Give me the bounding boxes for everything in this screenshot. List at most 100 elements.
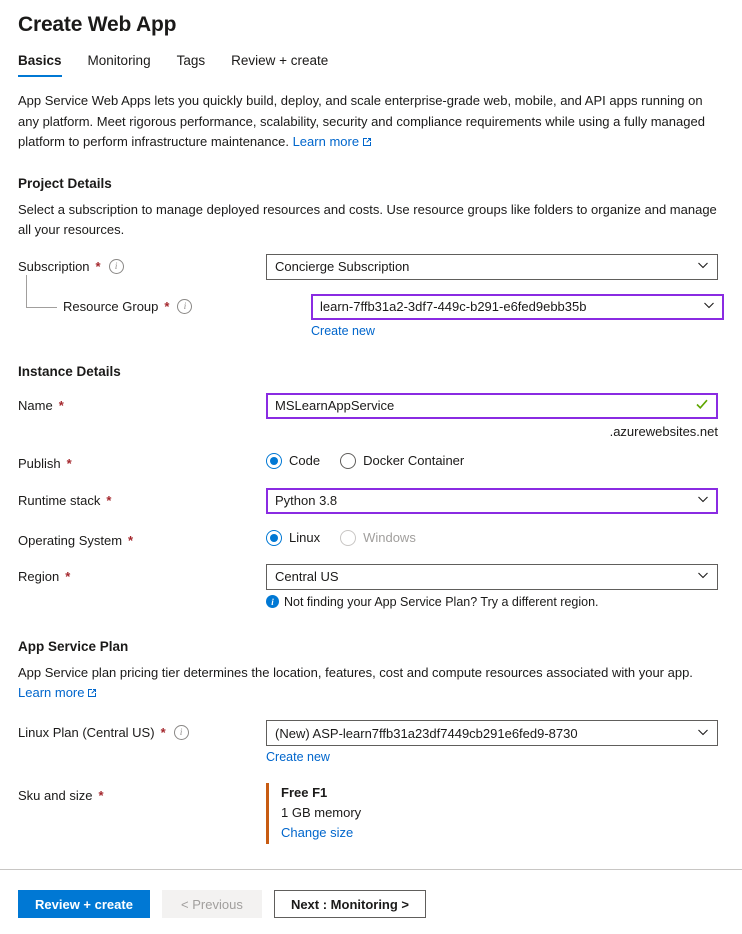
tab-review-create[interactable]: Review + create (218, 53, 341, 77)
row-name: Name * MSLearnAppService .azurewebsites.n… (18, 392, 724, 439)
os-option-linux-label: Linux (289, 530, 321, 546)
region-required-asterisk: * (65, 568, 71, 584)
resource-group-create-new-wrap: Create new (311, 324, 724, 338)
publish-radio-group: Code Docker Container (266, 451, 718, 469)
row-sku-and-size: Sku and size * Free F1 1 GB memory Change… (18, 783, 724, 844)
region-field-cell: Central US i Not finding your App Servic… (266, 563, 718, 609)
resource-group-value: learn-7ffb31a2-3df7-449c-b291-e6fed9ebb3… (320, 299, 587, 315)
sku-change-size-link[interactable]: Change size (281, 825, 353, 840)
radio-selected-icon (266, 452, 282, 469)
linux-plan-label: Linux Plan (Central US) (18, 725, 155, 741)
os-option-windows-label: Windows (363, 530, 416, 546)
app-service-plan-description-wrap: App Service plan pricing tier determines… (18, 663, 724, 704)
linux-plan-info-icon[interactable]: i (173, 725, 189, 741)
region-hint-text: Not finding your App Service Plan? Try a… (284, 594, 599, 609)
tab-basics-label: Basics (18, 53, 62, 68)
tab-review-create-label: Review + create (231, 53, 329, 68)
intro-learn-more-link[interactable]: Learn more (293, 134, 372, 149)
runtime-stack-select[interactable]: Python 3.8 (266, 487, 718, 514)
publish-option-docker[interactable]: Docker Container (340, 452, 465, 469)
linux-plan-create-new-wrap: Create new (266, 750, 718, 764)
chevron-down-icon (697, 259, 709, 274)
publish-option-code-label: Code (289, 453, 321, 469)
publish-option-code[interactable]: Code (266, 452, 321, 469)
app-service-plan-heading: App Service Plan (18, 638, 129, 654)
operating-system-field-cell: Linux Windows (266, 528, 718, 546)
tab-monitoring[interactable]: Monitoring (75, 53, 164, 77)
instance-details-heading: Instance Details (18, 363, 121, 379)
resource-group-info-icon[interactable]: i (177, 298, 193, 314)
row-resource-group: Resource Group * i learn-7ffb31a2-3df7-44… (18, 274, 724, 338)
subscription-label-cell: Subscription * i (18, 254, 266, 274)
runtime-stack-field-cell: Python 3.8 (266, 487, 718, 514)
sku-label: Sku and size (18, 788, 93, 804)
resource-group-required-asterisk: * (164, 298, 170, 314)
review-create-button[interactable]: Review + create (18, 890, 150, 918)
tab-basics[interactable]: Basics (18, 53, 75, 77)
app-service-plan-learn-more-label: Learn more (18, 685, 85, 701)
resource-group-field-cell: learn-7ffb31a2-3df7-449c-b291-e6fed9ebb3… (311, 293, 724, 338)
linux-plan-create-new-link[interactable]: Create new (266, 750, 330, 764)
publish-label: Publish (18, 455, 61, 471)
publish-option-docker-label: Docker Container (363, 453, 465, 469)
intro-paragraph: App Service Web Apps lets you quickly bu… (18, 91, 724, 154)
publish-label-cell: Publish * (18, 451, 266, 471)
subscription-label: Subscription (18, 258, 90, 274)
region-label: Region (18, 568, 60, 584)
sku-summary-block: Free F1 1 GB memory Change size (266, 783, 718, 844)
linux-plan-value: (New) ASP-learn7ffb31a23df7449cb291e6fed… (275, 725, 578, 741)
footer-divider (0, 869, 742, 870)
sku-field-cell: Free F1 1 GB memory Change size (266, 783, 718, 844)
operating-system-radio-group: Linux Windows (266, 528, 718, 546)
publish-required-asterisk: * (66, 455, 72, 471)
name-value: MSLearnAppService (275, 398, 395, 414)
intro-learn-more-label: Learn more (292, 134, 360, 150)
publish-field-cell: Code Docker Container (266, 451, 718, 469)
radio-selected-icon (266, 529, 282, 546)
operating-system-label: Operating System (18, 532, 123, 548)
subscription-info-icon[interactable]: i (108, 258, 124, 274)
subscription-select[interactable]: Concierge Subscription (266, 253, 718, 280)
row-linux-plan: Linux Plan (Central US) * i (New) ASP-lea… (18, 720, 724, 764)
page-title: Create Web App (18, 13, 177, 36)
os-option-linux[interactable]: Linux (266, 529, 321, 546)
check-icon (695, 397, 709, 414)
sku-label-cell: Sku and size * (18, 783, 266, 803)
row-runtime-stack: Runtime stack * Python 3.8 (18, 487, 724, 514)
row-operating-system: Operating System * Linux Windows (18, 528, 724, 548)
next-monitoring-button[interactable]: Next : Monitoring > (273, 890, 427, 918)
resource-group-create-new-link[interactable]: Create new (311, 324, 375, 338)
info-icon: i (266, 595, 279, 609)
row-region: Region * Central US i Not finding your Ap… (18, 563, 724, 609)
name-label-cell: Name * (18, 393, 266, 413)
region-value: Central US (275, 569, 339, 585)
runtime-stack-value: Python 3.8 (275, 493, 338, 509)
name-suffix: .azurewebsites.net (609, 423, 718, 439)
app-service-plan-description: App Service plan pricing tier determines… (18, 664, 693, 680)
name-required-asterisk: * (58, 397, 64, 413)
app-service-plan-learn-more-link[interactable]: Learn more (18, 685, 97, 700)
external-link-icon (362, 133, 372, 154)
region-label-cell: Region * (18, 564, 266, 584)
tab-bar: Basics Monitoring Tags Review + create (0, 37, 742, 77)
subscription-value: Concierge Subscription (275, 259, 410, 275)
subscription-field-cell: Concierge Subscription (266, 253, 718, 280)
linux-plan-field-cell: (New) ASP-learn7ffb31a23df7449cb291e6fed… (266, 720, 718, 764)
region-select[interactable]: Central US (266, 563, 718, 590)
sku-memory: 1 GB memory (281, 805, 362, 821)
linux-plan-select[interactable]: (New) ASP-learn7ffb31a23df7449cb291e6fed… (266, 720, 718, 747)
subscription-required-asterisk: * (95, 258, 101, 274)
name-input[interactable]: MSLearnAppService (266, 392, 718, 419)
resource-group-select[interactable]: learn-7ffb31a2-3df7-449c-b291-e6fed9ebb3… (311, 293, 724, 320)
name-field-cell: MSLearnAppService .azurewebsites.net (266, 392, 718, 439)
tab-monitoring-label: Monitoring (87, 53, 151, 68)
external-link-icon (87, 684, 97, 704)
operating-system-label-cell: Operating System * (18, 528, 266, 548)
tab-tags[interactable]: Tags (164, 53, 219, 77)
tab-tags-label: Tags (176, 53, 206, 68)
project-details-description: Select a subscription to manage deployed… (18, 201, 717, 237)
row-publish: Publish * Code Docker Container (18, 451, 724, 471)
linux-plan-label-cell: Linux Plan (Central US) * i (18, 720, 266, 741)
previous-button: < Previous (161, 890, 262, 918)
radio-unselected-icon (340, 452, 357, 469)
